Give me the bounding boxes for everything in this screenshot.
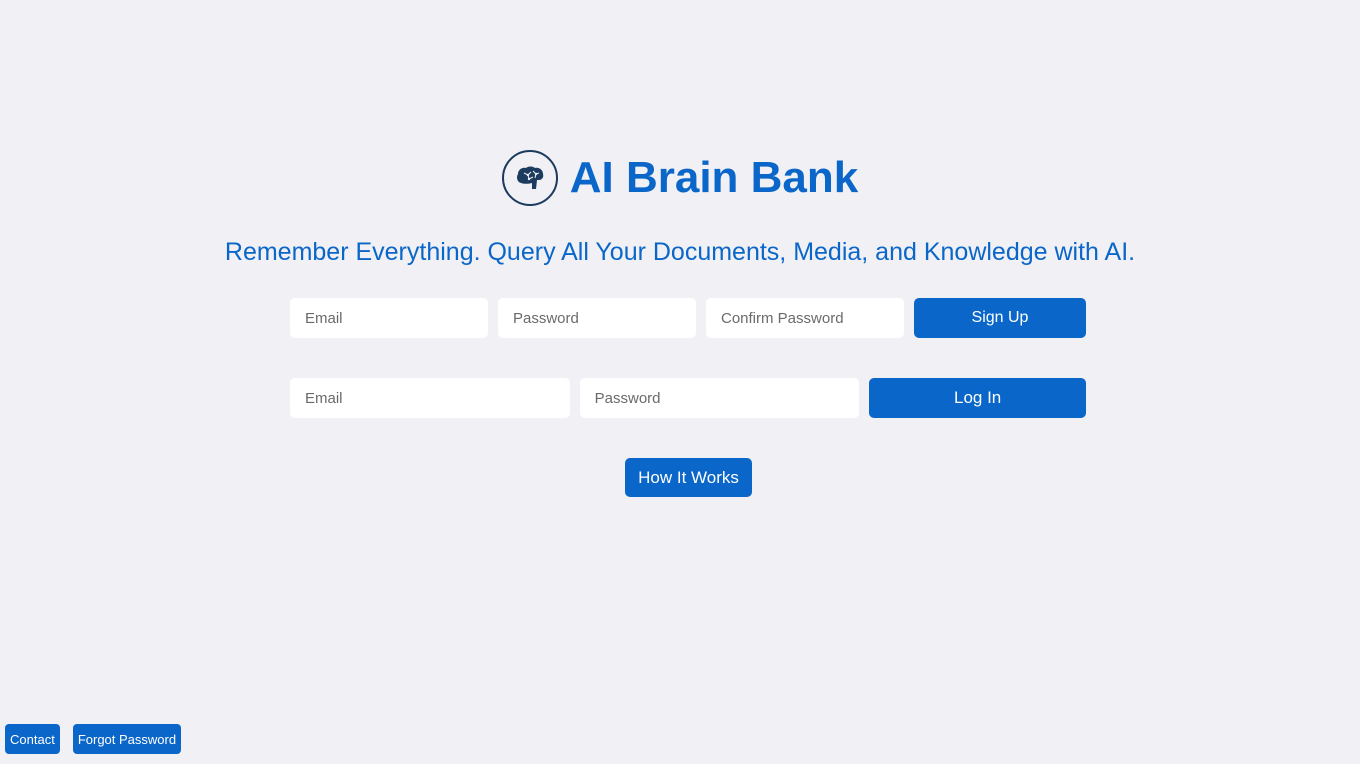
brain-icon xyxy=(516,166,543,189)
signup-form: Sign Up xyxy=(290,298,1086,338)
login-email-input[interactable] xyxy=(290,378,570,418)
footer: Contact Forgot Password xyxy=(5,724,182,754)
login-form: Log In xyxy=(290,378,1086,418)
signup-email-input[interactable] xyxy=(290,298,488,338)
contact-button[interactable]: Contact xyxy=(5,724,60,754)
signup-confirm-password-input[interactable] xyxy=(706,298,904,338)
tagline: Remember Everything. Query All Your Docu… xyxy=(224,238,1136,266)
how-it-works-button[interactable]: How It Works xyxy=(625,458,752,497)
app-header: AI Brain Bank xyxy=(0,150,1360,206)
login-password-input[interactable] xyxy=(579,378,860,418)
logo xyxy=(501,150,558,206)
forgot-password-button[interactable]: Forgot Password xyxy=(72,724,182,754)
sign-up-button[interactable]: Sign Up xyxy=(914,298,1086,338)
log-in-button[interactable]: Log In xyxy=(869,378,1086,418)
signup-password-input[interactable] xyxy=(498,298,696,338)
app-title: AI Brain Bank xyxy=(569,153,859,202)
